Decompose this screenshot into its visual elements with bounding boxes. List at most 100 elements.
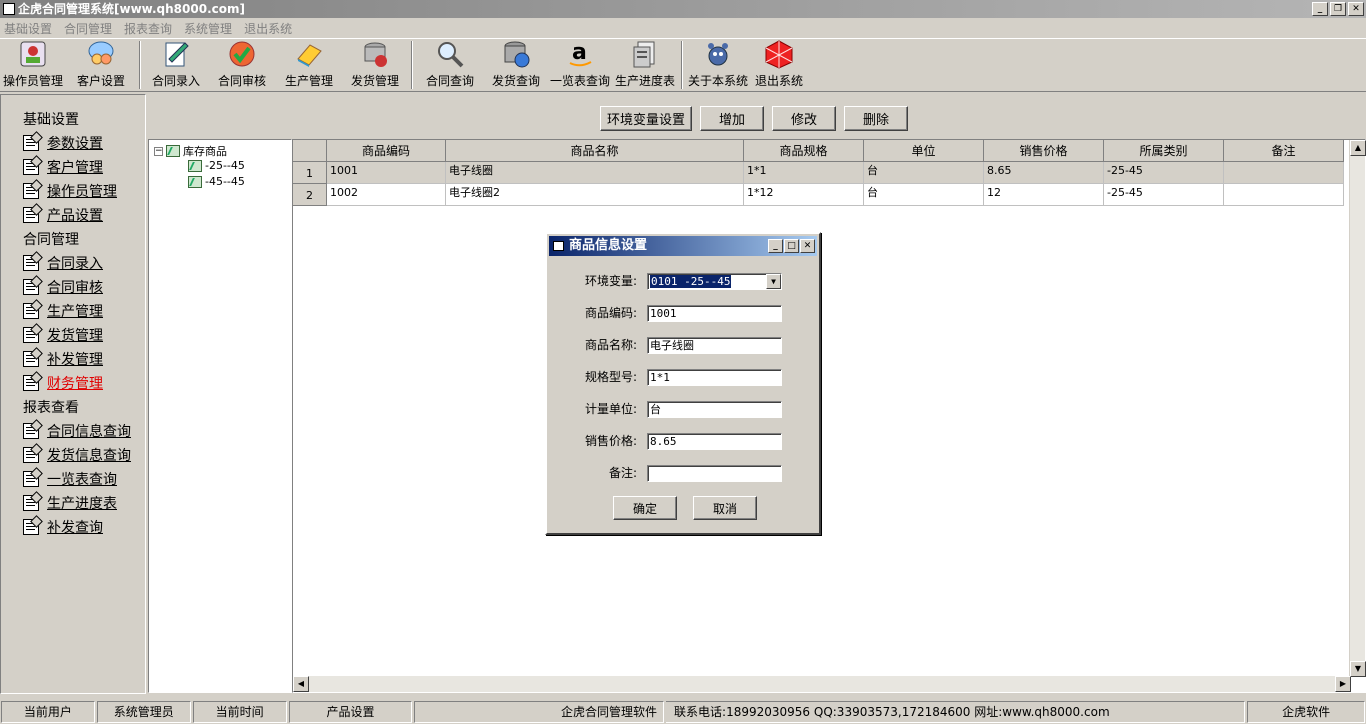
nav-item-parameter-settings[interactable]: 参数设置	[23, 133, 103, 153]
tree-child-node[interactable]: -45--45	[188, 175, 245, 188]
nav-item-reshipment-query[interactable]: 补发查询	[23, 517, 103, 537]
nav-item-shipping-management[interactable]: 发货管理	[23, 325, 103, 345]
nav-item-finance-management[interactable]: 财务管理	[23, 373, 103, 393]
nav-item-customer-management[interactable]: 客户管理	[23, 157, 103, 177]
edit-button[interactable]: 修改	[772, 106, 836, 131]
menu-exit-system[interactable]: 退出系统	[244, 20, 292, 37]
env-label: 环境变量:	[584, 274, 637, 288]
dropdown-arrow-icon[interactable]: ▼	[766, 274, 781, 289]
nav-item-operator-management[interactable]: 操作员管理	[23, 181, 117, 201]
menu-contract-management[interactable]: 合同管理	[64, 20, 112, 37]
nav-item-contract-info-query[interactable]: 合同信息查询	[23, 421, 131, 441]
action-button-row: 环境变量设置 增加 修改 删除	[600, 106, 908, 131]
nav-item-production-progress[interactable]: 生产进度表	[23, 493, 117, 513]
table-cell[interactable]: 12	[984, 184, 1104, 206]
tree-child-node[interactable]: -25--45	[188, 159, 245, 172]
cancel-button[interactable]: 取消	[693, 496, 757, 520]
toolbar-exit-button[interactable]: 退出系统	[750, 39, 808, 91]
row-header[interactable]: 1	[293, 162, 327, 184]
toolbar-contract-query-button[interactable]: 合同查询	[416, 39, 484, 91]
toolbar-shipping-query-button[interactable]: 发货查询	[484, 39, 548, 91]
dialog-maximize-button[interactable]: □	[784, 239, 799, 253]
table-cell[interactable]: -25-45	[1104, 162, 1224, 184]
collapse-icon[interactable]: −	[154, 146, 163, 156]
toolbar-about-button[interactable]: 关于本系统	[686, 39, 750, 91]
scroll-left-icon[interactable]: ◀	[293, 676, 309, 692]
nav-item-production-management[interactable]: 生产管理	[23, 301, 103, 321]
table-cell[interactable]: 台	[864, 162, 984, 184]
env-combobox[interactable]: 0101 -25--45 ▼	[647, 273, 782, 290]
left-nav-panel: 基础设置 参数设置 客户管理 操作员管理 产品设置 合同管理 合同录入 合同审核…	[0, 94, 146, 694]
toolbar-customer-button[interactable]: 客户设置	[66, 39, 136, 91]
column-header[interactable]: 商品名称	[446, 140, 744, 162]
column-header[interactable]: 单位	[864, 140, 984, 162]
row-header[interactable]: 2	[293, 184, 327, 206]
table-cell[interactable]: 电子线圈2	[446, 184, 744, 206]
code-input[interactable]: 1001	[647, 305, 782, 322]
table-cell[interactable]: 8.65	[984, 162, 1104, 184]
menu-system-management[interactable]: 系统管理	[184, 20, 232, 37]
toolbar-progress-button[interactable]: 生产进度表	[612, 39, 678, 91]
note-input[interactable]	[647, 465, 782, 482]
env-settings-button[interactable]: 环境变量设置	[600, 106, 692, 131]
ok-button[interactable]: 确定	[613, 496, 677, 520]
status-user-label: 当前用户	[1, 701, 95, 723]
restore-button[interactable]: ❐	[1330, 2, 1346, 16]
nav-group-basic: 基础设置	[23, 112, 79, 128]
toolbar-operator-button[interactable]: 操作员管理	[0, 39, 66, 91]
table-cell[interactable]	[1224, 184, 1344, 206]
notepad-icon	[23, 183, 39, 199]
table-cell[interactable]: 1*1	[744, 162, 864, 184]
toolbar-contract-entry-button[interactable]: 合同录入	[144, 39, 208, 91]
menu-basic-settings[interactable]: 基础设置	[4, 20, 52, 37]
add-button[interactable]: 增加	[700, 106, 764, 131]
nav-item-contract-audit[interactable]: 合同审核	[23, 277, 103, 297]
toolbar-production-button[interactable]: 生产管理	[276, 39, 342, 91]
chart-icon	[188, 159, 202, 172]
dialog-close-button[interactable]: ✕	[800, 239, 815, 253]
column-header[interactable]: 备注	[1224, 140, 1344, 162]
price-label: 销售价格:	[584, 434, 637, 448]
table-cell[interactable]: 1002	[327, 184, 446, 206]
product-info-dialog: 商品信息设置 _ □ ✕ 环境变量: 0101 -25--45 ▼ 商品编码: …	[545, 232, 821, 535]
shipping-icon	[359, 39, 391, 69]
toolbar-audit-button[interactable]: 合同审核	[208, 39, 276, 91]
horizontal-scrollbar[interactable]: ◀ ▶	[293, 676, 1351, 692]
scroll-down-icon[interactable]: ▼	[1350, 661, 1366, 677]
table-cell[interactable]: 1*12	[744, 184, 864, 206]
close-button[interactable]: ✕	[1348, 2, 1364, 16]
notepad-icon	[23, 495, 39, 511]
table-cell[interactable]: 台	[864, 184, 984, 206]
dialog-minimize-button[interactable]: _	[768, 239, 783, 253]
delete-button[interactable]: 删除	[844, 106, 908, 131]
price-input[interactable]: 8.65	[647, 433, 782, 450]
scroll-up-icon[interactable]: ▲	[1350, 140, 1366, 156]
table-cell[interactable]: 1001	[327, 162, 446, 184]
nav-item-product-settings[interactable]: 产品设置	[23, 205, 103, 225]
spec-input[interactable]: 1*1	[647, 369, 782, 386]
toolbar-shipping-button[interactable]: 发货管理	[342, 39, 408, 91]
nav-item-shipping-info-query[interactable]: 发货信息查询	[23, 445, 131, 465]
nav-item-contract-entry[interactable]: 合同录入	[23, 253, 103, 273]
search-icon	[434, 39, 466, 69]
unit-input[interactable]: 台	[647, 401, 782, 418]
table-cell[interactable]: 电子线圈	[446, 162, 744, 184]
nav-item-overview-query[interactable]: 一览表查询	[23, 469, 117, 489]
scroll-right-icon[interactable]: ▶	[1335, 676, 1351, 692]
tree-root-node[interactable]: − 库存商品	[154, 143, 227, 159]
status-company: 企虎合同管理软件	[414, 701, 665, 723]
name-input[interactable]: 电子线圈	[647, 337, 782, 354]
table-cell[interactable]: -25-45	[1104, 184, 1224, 206]
vertical-scrollbar[interactable]: ▲ ▼	[1349, 140, 1366, 677]
menu-report-query[interactable]: 报表查询	[124, 20, 172, 37]
toolbar-overview-query-button[interactable]: a 一览表查询	[548, 39, 612, 91]
column-header[interactable]: 商品编码	[327, 140, 446, 162]
minimize-button[interactable]: _	[1312, 2, 1328, 16]
notepad-icon	[23, 303, 39, 319]
table-cell[interactable]	[1224, 162, 1344, 184]
notepad-icon	[23, 423, 39, 439]
column-header[interactable]: 销售价格	[984, 140, 1104, 162]
nav-item-reshipment-management[interactable]: 补发管理	[23, 349, 103, 369]
column-header[interactable]: 所属类别	[1104, 140, 1224, 162]
column-header[interactable]: 商品规格	[744, 140, 864, 162]
